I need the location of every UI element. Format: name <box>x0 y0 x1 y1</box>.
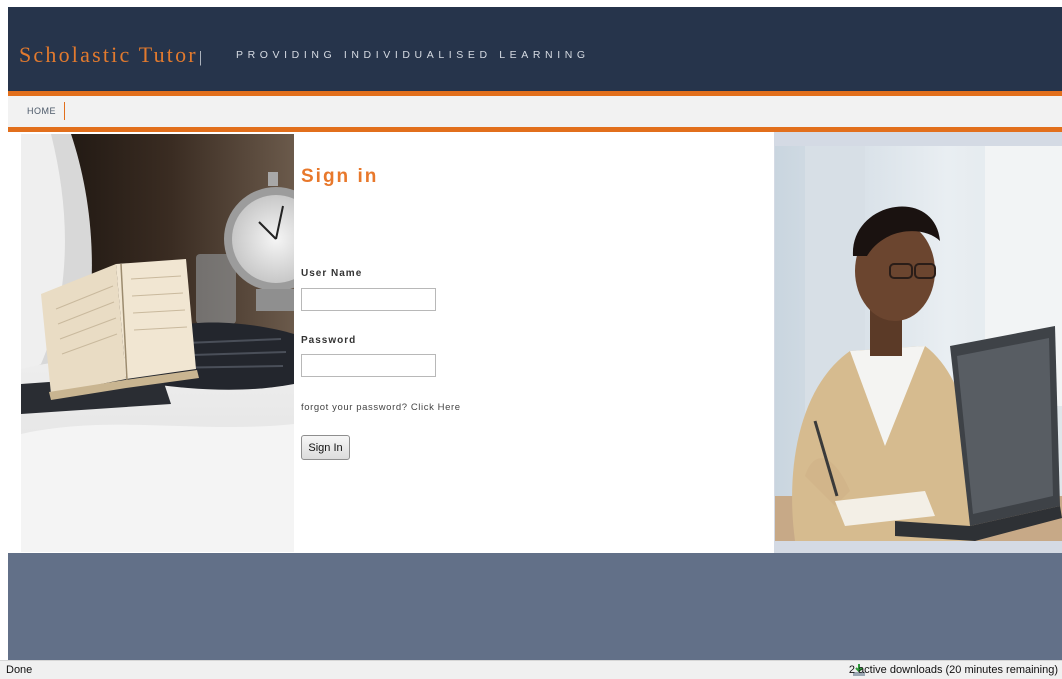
site-logo[interactable]: Scholastic Tutor| <box>19 42 202 68</box>
forgot-password-text: forgot your password? Click Here <box>301 402 461 413</box>
password-input[interactable] <box>301 354 436 377</box>
forgot-password-link[interactable]: Click Here <box>411 402 461 413</box>
status-text: Done <box>6 664 33 676</box>
main-content: Sign in User Name Password forgot your p… <box>8 132 1062 553</box>
username-label: User Name <box>301 268 363 279</box>
hero-photo-book <box>21 134 294 552</box>
logo-separator: | <box>198 49 203 66</box>
side-photo-panel <box>774 132 1062 553</box>
browser-status-bar: Done 2 active downloads (20 minutes rema… <box>0 660 1062 679</box>
site-header: Scholastic Tutor| PROVIDING INDIVIDUALIS… <box>8 7 1062 91</box>
footer-band <box>8 553 1062 660</box>
signin-heading: Sign in <box>301 166 379 187</box>
signin-button[interactable]: Sign In <box>301 435 350 460</box>
nav-item-home[interactable]: HOME <box>27 106 56 116</box>
downloads-status[interactable]: 2 active downloads (20 minutes remaining… <box>849 664 1058 676</box>
forgot-password-prefix: forgot your password? <box>301 402 408 413</box>
nav-bar: HOME <box>8 96 1062 127</box>
password-label: Password <box>301 335 357 346</box>
username-input[interactable] <box>301 288 436 311</box>
nav-separator <box>64 102 65 120</box>
student-photo <box>775 146 1062 541</box>
site-tagline: PROVIDING INDIVIDUALISED LEARNING <box>236 49 590 61</box>
logo-text: Scholastic Tutor <box>19 42 198 67</box>
